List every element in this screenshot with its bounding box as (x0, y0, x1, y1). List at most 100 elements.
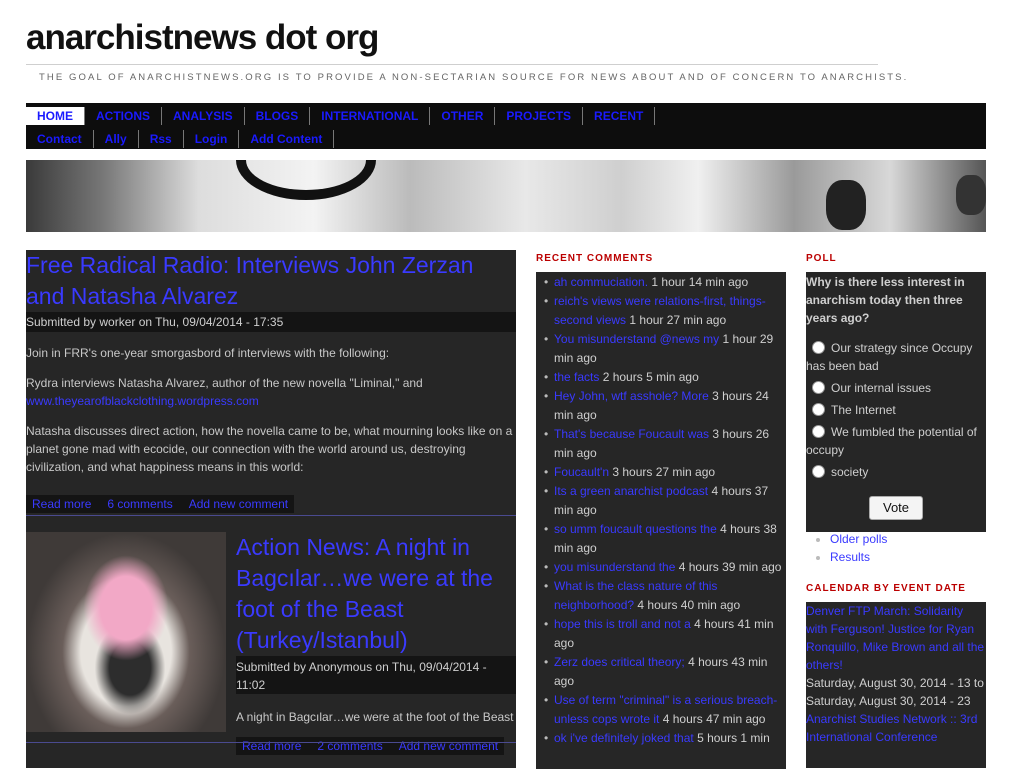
poll-option[interactable]: Our strategy since Occupy has been bad (806, 339, 986, 375)
nav-contact[interactable]: Contact (26, 130, 94, 148)
comment-time: 2 hours 5 min ago (602, 370, 699, 384)
post-submitted: Submitted by worker on Thu, 09/04/2014 -… (26, 312, 516, 332)
poll-option[interactable]: We fumbled the potential of occupy (806, 423, 986, 459)
comment-link[interactable]: ah commuciation. (554, 275, 648, 289)
read-more-link[interactable]: Read more (242, 737, 301, 755)
comment-time: 4 hours 47 min ago (662, 712, 766, 726)
comment-link[interactable]: You misunderstand @news my (554, 332, 719, 346)
comment-list-item: Hey John, wtf asshole? More 3 hours 24 m… (544, 387, 786, 425)
comment-list-item: reich's views were relations-first, thin… (544, 292, 786, 330)
radio-button[interactable] (812, 381, 825, 394)
nav-blogs[interactable]: BLOGS (245, 107, 311, 125)
nav-other[interactable]: OTHER (430, 107, 496, 125)
comment-link[interactable]: ok i've definitely joked that (554, 731, 694, 745)
comment-time: 5 hours 1 min (697, 731, 770, 745)
vote-button[interactable]: Vote (869, 496, 923, 520)
site-slogan: THE GOAL OF ANARCHISTNEWS.ORG IS TO PROV… (39, 72, 909, 83)
post-paragraph: Natasha discusses direct action, how the… (26, 424, 513, 474)
title-divider (26, 64, 878, 65)
comments-link[interactable]: 2 comments (317, 737, 382, 755)
comment-list-item: Zerz does critical theory; 4 hours 43 mi… (544, 653, 786, 691)
poll-links: Older polls Results (806, 530, 887, 566)
results-link[interactable]: Results (830, 550, 870, 564)
read-more-link[interactable]: Read more (32, 495, 91, 513)
comment-list-item: ah commuciation. 1 hour 14 min ago (544, 273, 786, 292)
main-content: Free Radical Radio: Interviews John Zerz… (26, 250, 516, 768)
comment-list-item: the facts 2 hours 5 min ago (544, 368, 786, 387)
site-title[interactable]: anarchistnews dot org (26, 18, 379, 58)
recent-comments-list: ah commuciation. 1 hour 14 min agoreich'… (536, 273, 786, 748)
nav-login[interactable]: Login (184, 130, 240, 148)
post-links: Read more 6 comments Add new comment (26, 495, 295, 513)
nav-recent[interactable]: RECENT (583, 107, 656, 125)
post-paragraph: Join in FRR's one-year smorgasbord of in… (26, 346, 390, 360)
comment-list-item: Use of term "criminal" is a serious brea… (544, 691, 786, 729)
comment-link[interactable]: the facts (554, 370, 599, 384)
nav-add-content[interactable]: Add Content (239, 130, 335, 148)
poll-block: Why is there less interest in anarchism … (806, 272, 986, 564)
radio-button[interactable] (812, 341, 825, 354)
comment-list-item: Foucault'n 3 hours 27 min ago (544, 463, 786, 482)
comment-time: 4 hours 39 min ago (678, 560, 782, 574)
poll-option[interactable]: The Internet (806, 401, 986, 419)
header-banner-image (26, 160, 986, 232)
poll-option[interactable]: society (806, 463, 986, 481)
post-title[interactable]: Action News: A night in Bagcılar…we were… (236, 532, 516, 656)
comment-time: 3 hours 27 min ago (612, 465, 716, 479)
comment-link[interactable]: That's because Foucault was (554, 427, 709, 441)
calendar-heading: CALENDAR BY EVENT DATE (806, 583, 966, 594)
comment-link[interactable]: Its a green anarchist podcast (554, 484, 708, 498)
comment-link[interactable]: hope this is troll and not a (554, 617, 691, 631)
add-comment-link[interactable]: Add new comment (399, 737, 498, 755)
nav-actions[interactable]: ACTIONS (85, 107, 162, 125)
nav-projects[interactable]: PROJECTS (495, 107, 584, 125)
comment-time: 4 hours 40 min ago (637, 598, 741, 612)
poll-question: Why is there less interest in anarchism … (806, 275, 965, 325)
comment-list-item: What is the class nature of this neighbo… (544, 577, 786, 615)
nav-rss[interactable]: Rss (139, 130, 184, 148)
nav-analysis[interactable]: ANALYSIS (162, 107, 245, 125)
post-body: A night in Bagcılar…we were at the foot … (236, 710, 514, 724)
comment-list-item: That's because Foucault was 3 hours 26 m… (544, 425, 786, 463)
comment-list-item: Its a green anarchist podcast 4 hours 37… (544, 482, 786, 520)
comment-time: 1 hour 27 min ago (629, 313, 727, 327)
post-thumbnail-image[interactable] (26, 532, 226, 732)
post-body: Join in FRR's one-year smorgasbord of in… (26, 344, 516, 476)
older-polls-link[interactable]: Older polls (830, 532, 887, 546)
comment-link[interactable]: so umm foucault questions the (554, 522, 717, 536)
main-navigation: HOME ACTIONS ANALYSIS BLOGS INTERNATIONA… (26, 103, 986, 149)
comment-list-item: you misunderstand the 4 hours 39 min ago (544, 558, 786, 577)
post-link[interactable]: www.theyearofblackclothing.wordpress.com (26, 392, 516, 410)
post-submitted: Submitted by Anonymous on Thu, 09/04/201… (236, 656, 516, 694)
comment-link[interactable]: Foucault'n (554, 465, 609, 479)
nav-home[interactable]: HOME (26, 107, 85, 125)
comment-list-item: You misunderstand @news my 1 hour 29 min… (544, 330, 786, 368)
comment-link[interactable]: you misunderstand the (554, 560, 675, 574)
event-dates: Saturday, August 30, 2014 - 13 to Saturd… (806, 676, 984, 708)
comment-list-item: ok i've definitely joked that 5 hours 1 … (544, 729, 786, 748)
comment-time: 1 hour 14 min ago (651, 275, 749, 289)
add-comment-link[interactable]: Add new comment (189, 495, 288, 513)
radio-button[interactable] (812, 465, 825, 478)
nav-ally[interactable]: Ally (94, 130, 139, 148)
recent-comments-block: ah commuciation. 1 hour 14 min agoreich'… (536, 272, 786, 769)
radio-button[interactable] (812, 403, 825, 416)
calendar-block: Denver FTP March: Solidarity with Fergus… (806, 602, 986, 768)
poll-options: Our strategy since Occupy has been bad O… (806, 339, 986, 481)
post-divider (26, 742, 516, 743)
post-title[interactable]: Free Radical Radio: Interviews John Zerz… (26, 250, 516, 312)
comments-link[interactable]: 6 comments (107, 495, 172, 513)
event-link[interactable]: Anarchist Studies Network :: 3rd Interna… (806, 710, 986, 746)
nav-international[interactable]: INTERNATIONAL (310, 107, 431, 125)
comment-link[interactable]: Hey John, wtf asshole? More (554, 389, 709, 403)
node-post: Action News: A night in Bagcılar…we were… (26, 516, 516, 756)
recent-comments-heading: RECENT COMMENTS (536, 253, 654, 264)
poll-option[interactable]: Our internal issues (806, 379, 986, 397)
poll-heading: POLL (806, 253, 837, 264)
comment-list-item: so umm foucault questions the 4 hours 38… (544, 520, 786, 558)
node-post: Free Radical Radio: Interviews John Zerz… (26, 250, 516, 516)
radio-button[interactable] (812, 425, 825, 438)
comment-link[interactable]: Zerz does critical theory; (554, 655, 685, 669)
primary-nav: HOME ACTIONS ANALYSIS BLOGS INTERNATIONA… (26, 105, 656, 127)
event-link[interactable]: Denver FTP March: Solidarity with Fergus… (806, 602, 986, 674)
